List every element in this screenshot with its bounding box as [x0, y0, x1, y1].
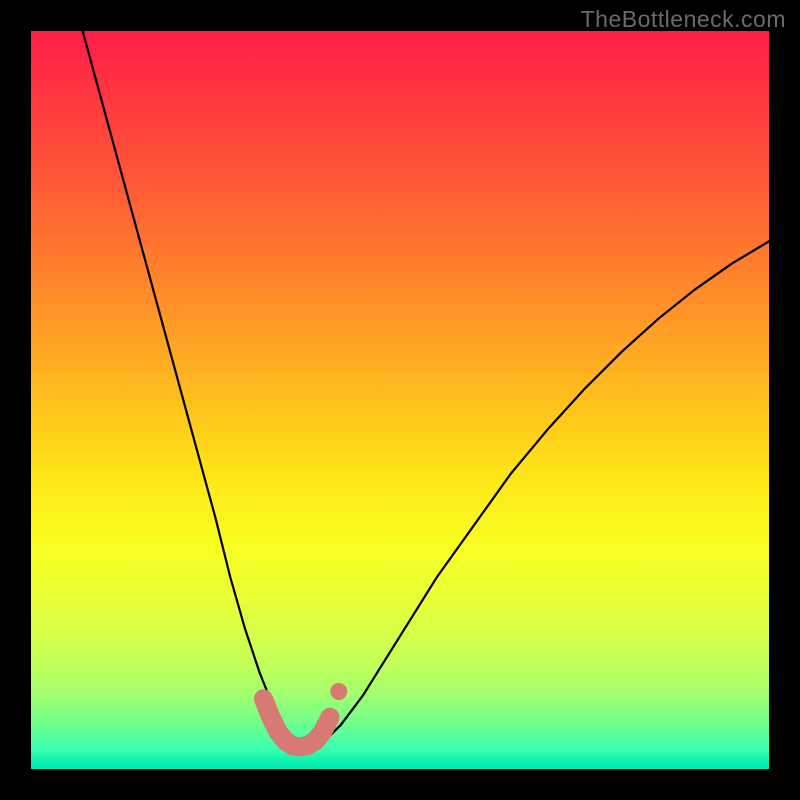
bottleneck-curve [83, 31, 769, 747]
chart-svg [31, 31, 769, 769]
chart-frame: TheBottleneck.com [0, 0, 800, 800]
watermark-text: TheBottleneck.com [581, 6, 786, 33]
detached-marker-dot [330, 683, 347, 700]
trough-marker [263, 699, 329, 747]
